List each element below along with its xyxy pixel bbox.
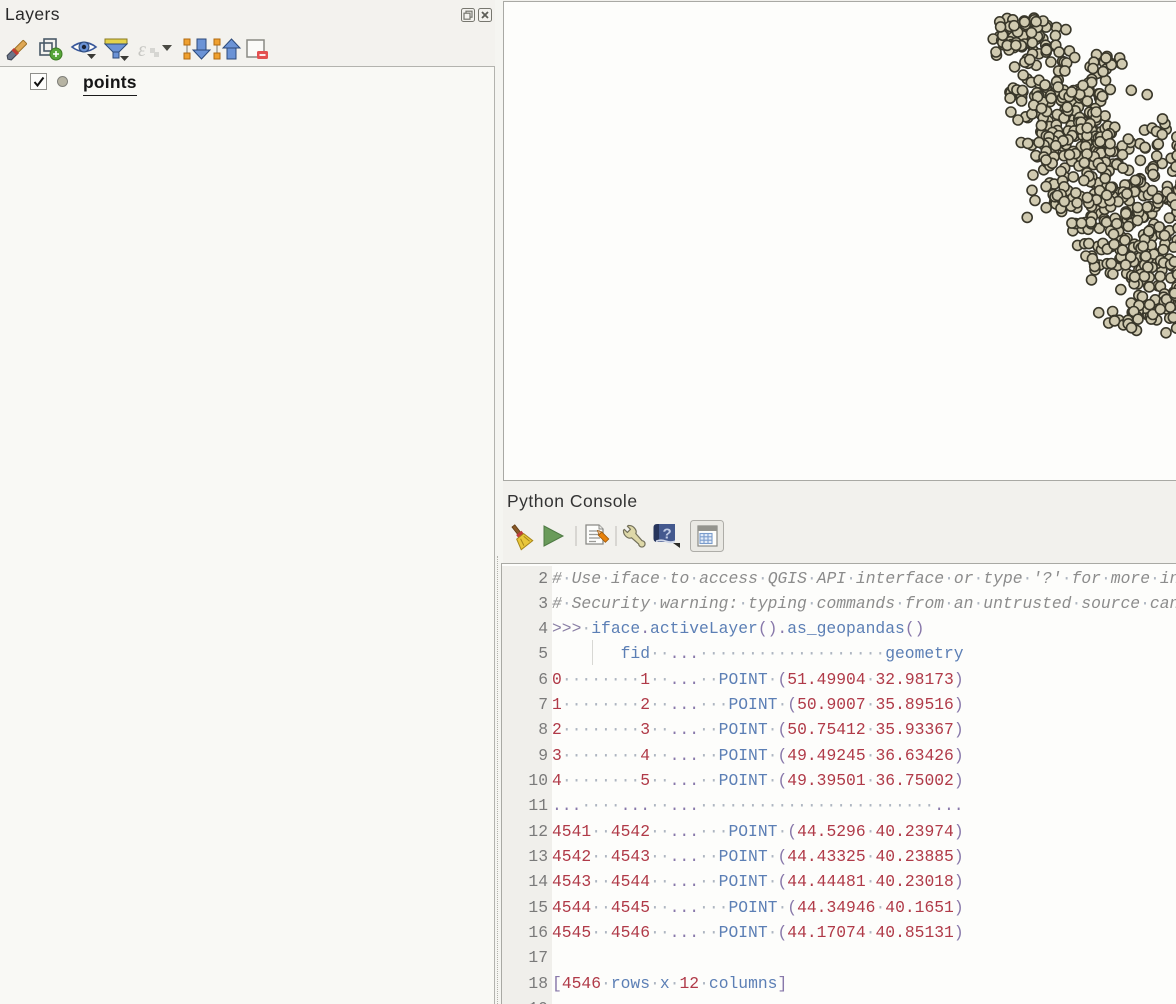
svg-text:?: ? (663, 526, 672, 543)
svg-text:ε: ε (138, 39, 146, 61)
